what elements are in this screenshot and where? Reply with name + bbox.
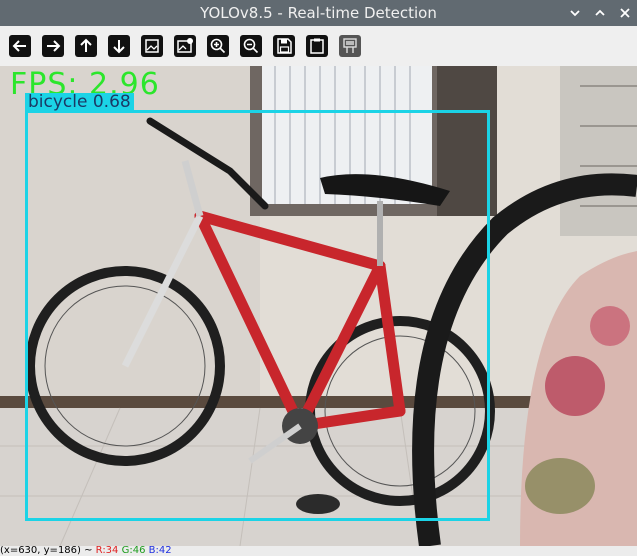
cursor-coordinates: (x=630, y=186) ~ — [0, 546, 96, 556]
window-titlebar: YOLOv8.5 - Real-time Detection — [0, 0, 637, 26]
zoom-in-icon — [207, 35, 229, 57]
chevron-up-icon — [595, 9, 605, 16]
chevron-down-icon — [570, 10, 580, 17]
save-button[interactable] — [271, 33, 297, 59]
copy-to-clipboard-button[interactable] — [304, 33, 330, 59]
zoom-in-button[interactable] — [205, 33, 231, 59]
pan-right-button[interactable] — [40, 33, 66, 59]
image-settings-icon — [174, 35, 196, 57]
minimize-button[interactable] — [564, 2, 586, 24]
pan-up-button[interactable] — [73, 33, 99, 59]
fit-image-button[interactable] — [139, 33, 165, 59]
pixel-blue-value: B:42 — [148, 546, 172, 556]
close-button[interactable] — [614, 2, 636, 24]
arrow-down-icon — [108, 35, 130, 57]
save-icon — [273, 35, 295, 57]
image-icon — [141, 35, 163, 57]
status-bar: (x=630, y=186) ~ R:34 G:46 B:42 — [0, 546, 637, 556]
arrow-right-icon — [42, 35, 64, 57]
detection-label: bicycle 0.68 — [25, 93, 134, 112]
detection-bounding-box — [25, 110, 490, 521]
properties-button[interactable] — [337, 33, 363, 59]
pixel-green-value: G:46 — [121, 546, 146, 556]
properties-icon — [339, 35, 361, 57]
arrow-left-icon — [9, 35, 31, 57]
arrow-up-icon — [75, 35, 97, 57]
toolbar — [0, 26, 637, 67]
close-icon — [620, 8, 630, 18]
image-settings-button[interactable] — [172, 33, 198, 59]
pan-left-button[interactable] — [7, 33, 33, 59]
image-viewport[interactable]: FPS: 2.96 bicycle 0.68 — [0, 66, 637, 546]
window-title: YOLOv8.5 - Real-time Detection — [200, 4, 437, 22]
maximize-button[interactable] — [589, 2, 611, 24]
zoom-out-button[interactable] — [238, 33, 264, 59]
zoom-out-icon — [240, 35, 262, 57]
pixel-red-value: R:34 — [95, 546, 119, 556]
pan-down-button[interactable] — [106, 33, 132, 59]
clipboard-icon — [306, 35, 328, 57]
